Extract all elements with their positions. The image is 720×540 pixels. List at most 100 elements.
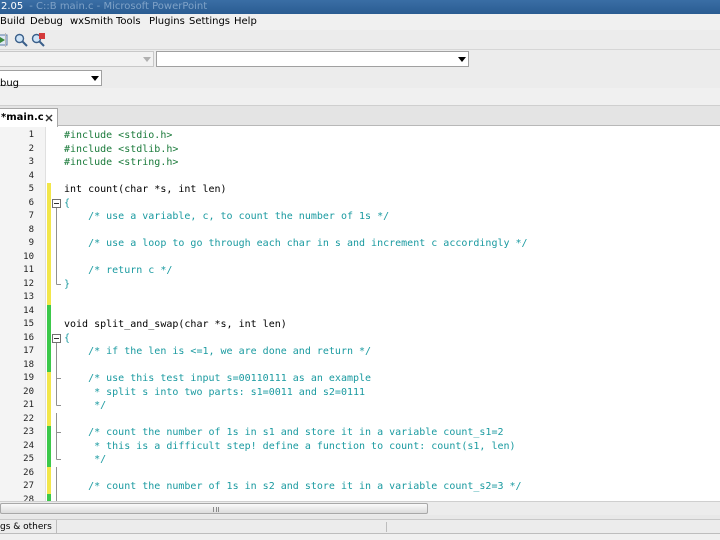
line-number: 2 (28, 143, 34, 154)
menu-wxsmith[interactable]: wxSmith (70, 14, 113, 30)
fold-end-icon (56, 453, 61, 460)
code-line[interactable]: 15 void split_and_swap(char *s, int len) (0, 318, 720, 332)
code-line[interactable]: 23 /* count the number of 1s in s1 and s… (0, 426, 720, 440)
line-number: 8 (28, 224, 34, 235)
code-text: */ (64, 454, 107, 465)
code-line[interactable]: 19 /* use this test input s=00110111 as … (0, 372, 720, 386)
code-line[interactable]: 26 (0, 466, 720, 481)
change-marker (47, 453, 51, 467)
menu-tools[interactable]: Tools (116, 14, 141, 30)
line-number: 4 (28, 170, 34, 181)
logs-tab-label[interactable]: gs & others (0, 520, 57, 534)
menu-settings[interactable]: Settings (189, 14, 230, 30)
line-number: 15 (23, 319, 34, 329)
code-editor[interactable]: 1 #include <stdio.h> 2 #include <stdlib.h> 3… (0, 127, 720, 501)
code-text: { (64, 197, 71, 209)
fold-line-icon (56, 345, 57, 359)
code-text: * this is a difficult step! define a fun… (64, 440, 516, 452)
code-line[interactable]: 11 /* return c */ (0, 264, 720, 278)
code-line[interactable]: 25 */ (0, 453, 720, 467)
code-line[interactable]: 9 /* use a loop to go through each char … (0, 237, 720, 251)
logs-panel-tabs: gs & others (0, 520, 720, 534)
fold-branch-icon (56, 372, 61, 386)
fold-line-icon (56, 223, 57, 238)
fold-line-icon (56, 264, 57, 278)
change-marker (47, 210, 51, 224)
line-number: 26 (23, 467, 34, 478)
line-number: 16 (23, 332, 34, 343)
line-number: 12 (23, 278, 34, 289)
code-completion-toolbar (0, 50, 720, 68)
change-marker (47, 480, 51, 494)
fold-line-icon (56, 210, 57, 224)
menu-debug[interactable]: Debug (30, 14, 63, 30)
find-icon[interactable] (13, 32, 29, 48)
code-line[interactable]: 7 /* use a variable, c, to count the num… (0, 210, 720, 224)
fold-toggle-icon[interactable] (52, 333, 61, 346)
editor-tab-main-c[interactable]: *main.c (0, 108, 58, 127)
code-line[interactable]: 8 (0, 223, 720, 238)
build-target-combo[interactable]: bug (0, 70, 102, 89)
status-bar (0, 534, 720, 540)
change-marker (47, 358, 51, 372)
menu-plugins[interactable]: Plugins (149, 14, 185, 30)
code-line[interactable]: 20 * split s into two parts: s1=0011 and… (0, 385, 720, 400)
code-line[interactable]: 27 /* count the number of 1s in s2 and s… (0, 480, 720, 494)
code-line[interactable]: 18 (0, 358, 720, 373)
menubar: Build Debug wxSmith Tools Plugins Settin… (0, 14, 720, 30)
code-line[interactable]: 3 #include <string.h> (0, 156, 720, 170)
window-title: 2.05 (1, 1, 24, 12)
change-marker (47, 183, 51, 197)
horizontal-scrollbar[interactable] (0, 501, 720, 515)
main-toolbar (0, 30, 720, 50)
line-number: 3 (28, 157, 34, 167)
code-line[interactable]: 4 (0, 170, 720, 184)
code-text: int count(char *s, int len) (64, 184, 227, 195)
fold-toggle-icon[interactable] (52, 198, 61, 211)
compiler-toolbar: bug (0, 68, 720, 89)
scrollbar-grip-icon (213, 507, 219, 512)
line-number: 18 (23, 359, 34, 370)
function-combo[interactable] (156, 51, 469, 67)
code-text: void split_and_swap(char *s, int len) (64, 319, 287, 330)
code-text: */ (64, 400, 107, 411)
code-line[interactable]: 13 (0, 291, 720, 305)
fold-end-icon (56, 399, 61, 406)
change-marker (47, 385, 51, 399)
code-line[interactable]: 24 * this is a difficult step! define a … (0, 439, 720, 454)
code-line[interactable]: 6{ (0, 196, 720, 211)
line-number: 28 (23, 494, 34, 502)
code-line[interactable]: 10 (0, 250, 720, 265)
find-replace-icon[interactable] (30, 32, 46, 48)
change-marker (47, 264, 51, 278)
menu-help[interactable]: Help (234, 14, 257, 30)
change-marker (47, 466, 51, 480)
fold-branch-icon (56, 426, 61, 440)
change-marker (47, 426, 51, 440)
scope-combo[interactable] (0, 51, 154, 67)
menu-build[interactable]: Build (0, 14, 25, 30)
code-line[interactable]: 17 /* if the len is <=1, we are done and… (0, 345, 720, 359)
code-line[interactable]: 2 #include <stdlib.h> (0, 143, 720, 157)
line-number: 19 (23, 373, 34, 383)
close-icon[interactable] (45, 114, 53, 122)
line-number: 13 (23, 292, 34, 302)
change-marker (47, 345, 51, 359)
code-line[interactable]: 5 int count(char *s, int len) (0, 183, 720, 197)
code-line[interactable]: 12} (0, 277, 720, 291)
code-line[interactable]: 28 (0, 493, 720, 502)
editor-tab-row: *main.c (0, 106, 720, 127)
window-title-faded: - C::B main.c - Microsoft PowerPoint (29, 1, 208, 12)
scrollbar-thumb[interactable] (0, 503, 428, 514)
line-number: 6 (28, 197, 34, 208)
change-marker (47, 250, 51, 264)
line-number: 24 (23, 440, 34, 451)
code-line[interactable]: 14 (0, 304, 720, 318)
line-number: 14 (23, 305, 34, 316)
toolbar-separator (5, 33, 6, 47)
code-line[interactable]: 22 (0, 412, 720, 427)
code-line[interactable]: 16 { (0, 331, 720, 346)
code-line[interactable]: 1 #include <stdio.h> (0, 129, 720, 143)
code-line[interactable]: 21 */ (0, 399, 720, 413)
editor-tab-label: *main.c (1, 112, 44, 123)
